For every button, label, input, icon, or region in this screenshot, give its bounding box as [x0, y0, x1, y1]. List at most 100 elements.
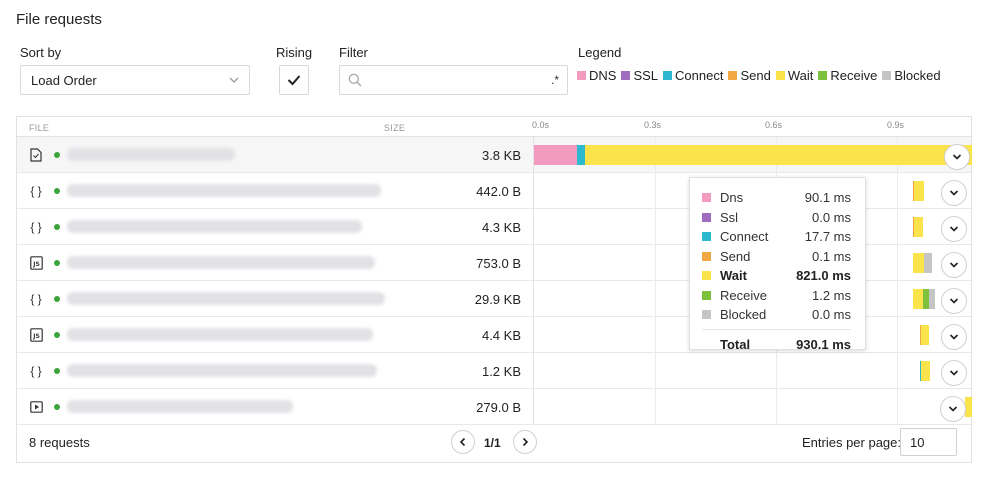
timing-tooltip: Dns 90.1 ms Ssl 0.0 ms Connect 17.7 ms Send…: [689, 177, 866, 352]
tooltip-total: Total 930.1 ms: [702, 328, 851, 352]
file-url[interactable]: [67, 400, 293, 413]
expand-row-button[interactable]: [941, 180, 967, 206]
tooltip-total-label: Total: [720, 336, 751, 352]
legend-swatch: [663, 71, 673, 80]
file-url[interactable]: [67, 364, 377, 377]
tooltip-row-ssl: Ssl 0.0 ms: [702, 208, 851, 228]
size-column-header[interactable]: SIZE: [384, 123, 405, 133]
prev-page-button[interactable]: [451, 430, 475, 454]
file-size: 4.4 KB: [481, 328, 521, 343]
timing-bar-wait: [965, 397, 972, 417]
rising-checkbox[interactable]: [279, 65, 309, 95]
timeline-tick: 0.9s: [887, 120, 905, 130]
svg-text:JS: JS: [32, 261, 40, 268]
status-dot: [54, 152, 60, 158]
expand-row-button[interactable]: [941, 216, 967, 242]
tooltip-row-connect: Connect 17.7 ms: [702, 227, 851, 247]
braces-icon: { }: [30, 364, 42, 378]
tooltip-swatch: [702, 251, 711, 261]
timing-bar-wait: [914, 181, 924, 201]
status-dot: [54, 404, 60, 410]
filter-input[interactable]: .*: [339, 65, 568, 95]
search-icon: [348, 73, 362, 87]
file-url[interactable]: [67, 256, 375, 269]
sort-by-select[interactable]: Load Order: [20, 65, 250, 95]
chevron-down-icon: [948, 406, 958, 412]
tooltip-row-blocked: Blocked 0.0 ms: [702, 305, 851, 325]
legend-item-connect: Connect: [663, 68, 723, 83]
file-url[interactable]: [67, 220, 362, 233]
page-title: File requests: [16, 11, 102, 28]
timing-bar-wait: [914, 217, 923, 237]
legend-item-dns: DNS: [577, 68, 616, 83]
legend-swatch: [728, 71, 738, 80]
file-column-header[interactable]: FILE: [29, 123, 49, 133]
chevron-left-icon: [459, 437, 466, 447]
expand-row-button[interactable]: [941, 252, 967, 278]
timeline-tick: 0.6s: [765, 120, 783, 130]
file-size: 3.8 KB: [481, 148, 521, 163]
file-url[interactable]: [67, 328, 373, 341]
legend-item-label: Receive: [830, 68, 878, 83]
chevron-down-icon: [952, 154, 962, 160]
tooltip-name: Connect: [720, 229, 769, 245]
legend-swatch: [775, 71, 785, 80]
tooltip-swatch: [702, 271, 711, 281]
tooltip-value: 0.1 ms: [811, 248, 851, 264]
chevron-down-icon: [949, 370, 959, 376]
grid-line: [897, 137, 898, 424]
tooltip-name: Wait: [720, 268, 747, 284]
tooltip-name: Dns: [720, 190, 744, 206]
timing-bar-blocked: [924, 253, 932, 273]
tooltip-value: 90.1 ms: [804, 190, 851, 206]
file-url[interactable]: [67, 184, 381, 197]
timing-bar-wait: [913, 253, 924, 273]
status-dot: [54, 188, 60, 194]
timing-bar-wait: [921, 325, 929, 345]
legend-swatch: [621, 71, 631, 80]
expand-row-button[interactable]: [940, 396, 966, 422]
tooltip-row-wait: Wait 821.0 ms: [702, 266, 851, 286]
tooltip-name: Send: [720, 248, 751, 264]
tooltip-name: Ssl: [720, 209, 739, 225]
file-url[interactable]: [67, 148, 235, 161]
chevron-down-icon: [949, 298, 959, 304]
expand-row-button[interactable]: [944, 144, 970, 170]
tooltip-swatch: [702, 232, 711, 242]
table-header: FILE SIZE 0.0s 0.3s 0.6s 0.9s: [17, 117, 971, 137]
legend: DNS SSL Connect Send Wait Receive Blocke…: [577, 68, 946, 83]
tooltip-value: 0.0 ms: [811, 209, 851, 225]
file-size: 279.0 B: [476, 400, 521, 415]
timeline-tick: 0.0s: [532, 120, 550, 130]
braces-icon: { }: [30, 292, 42, 306]
status-dot: [54, 260, 60, 266]
legend-item-label: Wait: [787, 68, 814, 83]
sort-by-label: Sort by: [20, 45, 62, 60]
sort-by-value: Load Order: [31, 72, 97, 88]
tooltip-swatch: [702, 212, 711, 222]
expand-row-button[interactable]: [941, 288, 967, 314]
legend-item-send: Send: [728, 68, 771, 83]
chevron-down-icon: [949, 334, 959, 340]
legend-item-label: DNS: [589, 68, 617, 83]
tooltip-row-dns: Dns 90.1 ms: [702, 188, 851, 208]
legend-swatch: [577, 71, 586, 80]
regex-toggle[interactable]: .*: [551, 73, 559, 87]
legend-swatch: [818, 71, 828, 80]
braces-icon: { }: [30, 184, 42, 198]
legend-item-label: SSL: [633, 68, 659, 83]
legend-label: Legend: [578, 45, 622, 60]
next-page-button[interactable]: [513, 430, 537, 454]
status-dot: [54, 368, 60, 374]
expand-row-button[interactable]: [941, 324, 967, 350]
chevron-right-icon: [522, 437, 529, 447]
tooltip-total-value: 930.1 ms: [796, 336, 851, 352]
expand-row-button[interactable]: [941, 360, 967, 386]
timing-bar-dns: [534, 145, 577, 165]
file-url[interactable]: [67, 292, 385, 305]
entries-per-page-input[interactable]: [900, 428, 957, 456]
file-size: 442.0 B: [476, 184, 521, 199]
chevron-down-icon: [949, 226, 959, 232]
timing-bar-blocked: [929, 289, 935, 309]
filter-label: Filter: [339, 45, 368, 60]
